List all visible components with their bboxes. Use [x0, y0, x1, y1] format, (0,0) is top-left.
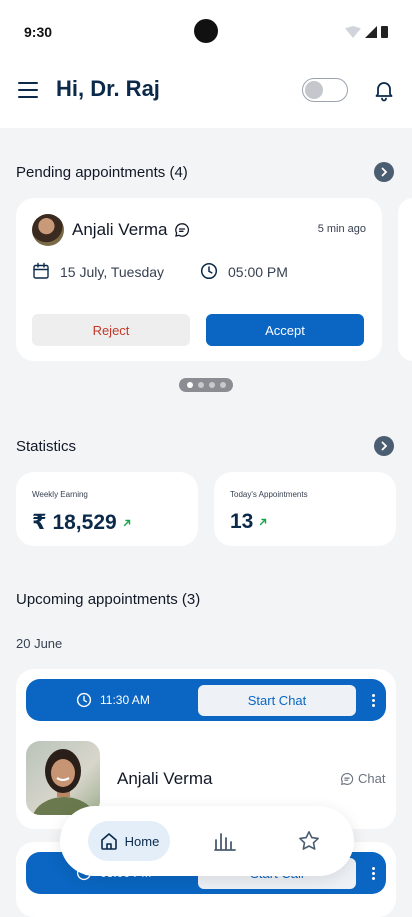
carousel-pager[interactable] [179, 378, 233, 392]
bell-icon[interactable] [372, 78, 396, 102]
wifi-icon [345, 26, 361, 38]
time-ago: 5 min ago [317, 223, 366, 235]
todays-appointments-card[interactable]: Today's Appointments 13 [214, 472, 396, 546]
more-vertical-icon[interactable] [368, 691, 378, 709]
start-chat-button[interactable]: Start Chat [198, 685, 356, 716]
camera-cutout [194, 19, 218, 43]
nav-home-label: Home [124, 833, 160, 849]
patient-photo-art [33, 749, 95, 815]
chevron-right-icon [381, 441, 388, 451]
bar-chart-icon[interactable] [214, 831, 236, 851]
status-icons [345, 26, 388, 38]
pager-dot[interactable] [186, 382, 193, 388]
bottom-navigation: Home [60, 806, 354, 876]
nav-home[interactable]: Home [88, 821, 170, 861]
appointment-time: 11:30 AM [100, 693, 150, 707]
todays-appointments-count: 13 [230, 510, 254, 533]
reject-button[interactable]: Reject [32, 314, 190, 346]
battery-icon [381, 26, 388, 38]
menu-icon[interactable] [18, 82, 38, 98]
status-bar: 9:30 [0, 0, 412, 56]
pager-dot[interactable] [208, 382, 215, 388]
accept-button[interactable]: Accept [206, 314, 364, 346]
upcoming-appointment-card[interactable]: 11:30 AM Start Chat Anjali Verma Chat [16, 669, 396, 829]
upcoming-date-label: 20 June [16, 636, 63, 651]
pager-dot[interactable] [219, 382, 226, 388]
status-time: 9:30 [24, 24, 53, 40]
chat-icon [341, 772, 354, 785]
pending-appointment-card[interactable]: Anjali Verma 5 min ago 15 July, Tuesday … [16, 198, 382, 361]
toggle-knob [305, 81, 323, 99]
chat-icon[interactable] [174, 222, 190, 238]
next-pending-card[interactable] [398, 198, 412, 361]
avatar [32, 214, 64, 246]
pending-see-all-button[interactable] [374, 162, 394, 182]
weekly-earning-card[interactable]: Weekly Earning ₹ 18,529 [16, 472, 198, 546]
star-icon[interactable] [297, 829, 321, 853]
trend-up-icon [260, 519, 267, 526]
app-header: Hi, Dr. Raj [0, 56, 412, 128]
appointment-action-bar: 11:30 AM Start Chat [26, 679, 386, 721]
more-vertical-icon[interactable] [368, 864, 378, 882]
home-icon [100, 833, 117, 850]
todays-appointments-value: 13 [230, 510, 267, 534]
chevron-right-icon [381, 167, 388, 177]
calendar-icon [33, 262, 49, 279]
patient-name: Anjali Verma [117, 769, 213, 788]
greeting: Hi, Dr. Raj [56, 76, 160, 101]
patient-photo [26, 741, 100, 815]
statistics-see-all-button[interactable] [374, 436, 394, 456]
availability-toggle[interactable] [302, 78, 348, 102]
todays-appointments-label: Today's Appointments [230, 490, 308, 499]
pending-title: Pending appointments (4) [16, 164, 188, 181]
appointment-date: 15 July, Tuesday [60, 264, 165, 280]
appointment-time: 05:00 PM [228, 264, 288, 280]
weekly-earning-value: ₹ 18,529 [32, 510, 131, 535]
trend-up-icon [123, 520, 130, 527]
patient-name: Anjali Verma [72, 220, 168, 239]
weekly-earning-label: Weekly Earning [32, 490, 88, 499]
clock-icon [200, 262, 218, 280]
signal-icon [365, 26, 377, 38]
chat-button[interactable]: Chat [340, 771, 385, 786]
chat-label: Chat [358, 771, 386, 786]
pager-dot[interactable] [197, 382, 204, 388]
upcoming-title: Upcoming appointments (3) [16, 591, 201, 608]
statistics-title: Statistics [16, 438, 77, 455]
clock-icon [76, 692, 92, 708]
weekly-earning-amount: ₹ 18,529 [32, 511, 117, 534]
